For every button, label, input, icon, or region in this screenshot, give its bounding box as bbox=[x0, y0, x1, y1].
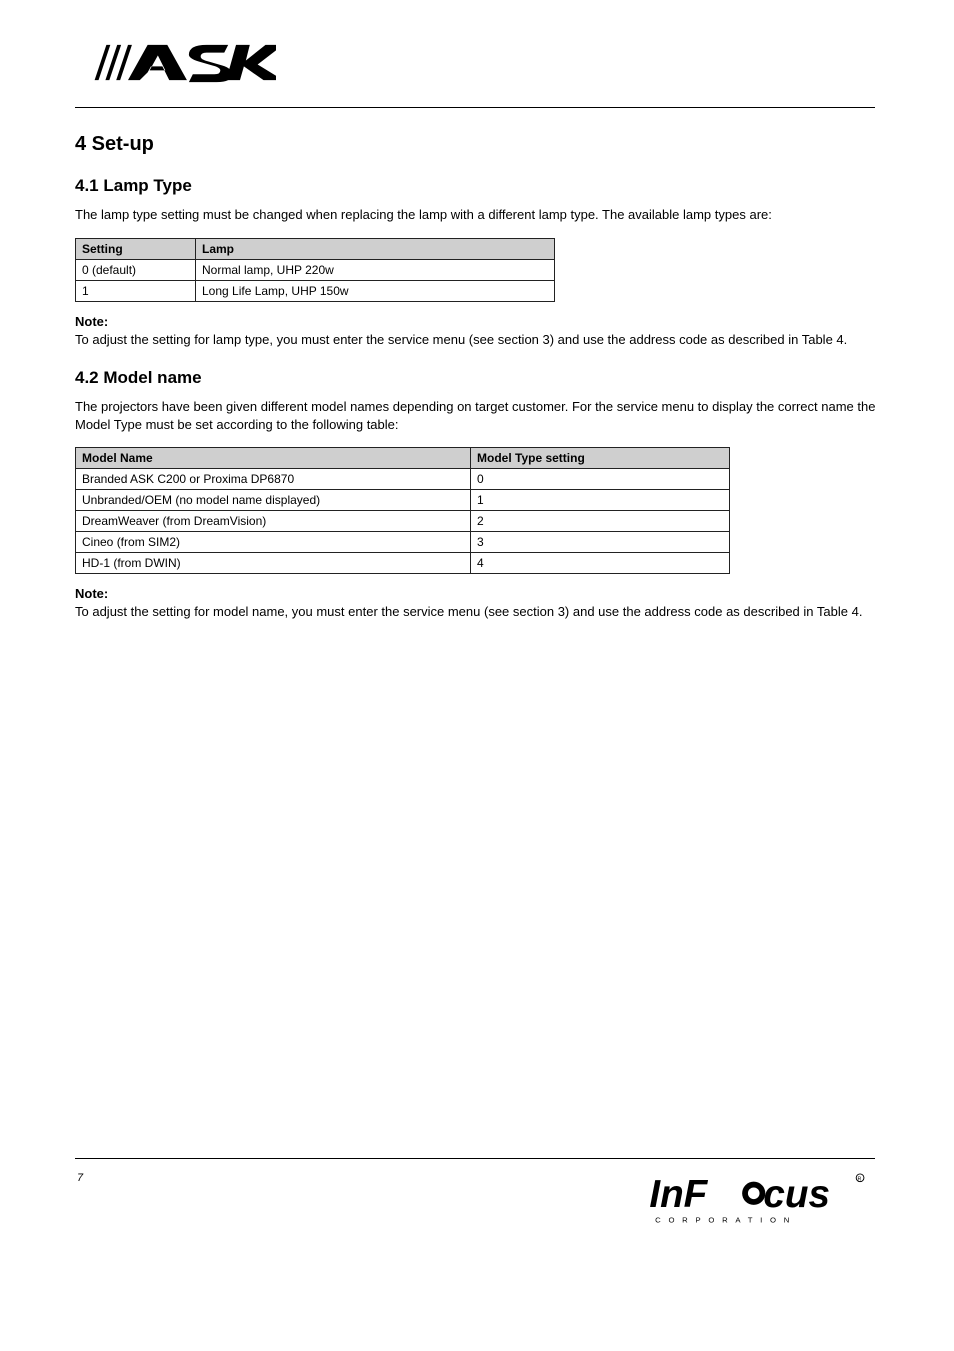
footer-rule bbox=[75, 1158, 875, 1159]
table-header-row: Model Name Model Type setting bbox=[76, 448, 730, 469]
svg-text:cus: cus bbox=[763, 1173, 830, 1216]
page-number: 7 bbox=[77, 1172, 83, 1184]
subsection-heading-lamp-type: 4.1 Lamp Type bbox=[75, 176, 880, 196]
table-header: Setting bbox=[76, 238, 196, 259]
table-header: Model Name bbox=[76, 448, 471, 469]
table-cell: 2 bbox=[471, 511, 730, 532]
table-row: Unbranded/OEM (no model name displayed) … bbox=[76, 490, 730, 511]
note-title: Note: bbox=[75, 586, 880, 601]
table-row: 1 Long Life Lamp, UHP 150w bbox=[76, 280, 555, 301]
table-cell: 1 bbox=[76, 280, 196, 301]
model-name-table: Model Name Model Type setting Branded AS… bbox=[75, 447, 730, 574]
table-row: 0 (default) Normal lamp, UHP 220w bbox=[76, 259, 555, 280]
note-title: Note: bbox=[75, 314, 880, 329]
table-row: HD-1 (from DWIN) 4 bbox=[76, 553, 730, 574]
table-cell: 3 bbox=[471, 532, 730, 553]
table-row: Branded ASK C200 or Proxima DP6870 0 bbox=[76, 469, 730, 490]
table-cell: Branded ASK C200 or Proxima DP6870 bbox=[76, 469, 471, 490]
section-heading: 4 Set-up bbox=[75, 133, 880, 156]
subsection-heading-model-name: 4.2 Model name bbox=[75, 368, 880, 388]
table-row: DreamWeaver (from DreamVision) 2 bbox=[76, 511, 730, 532]
table-cell: DreamWeaver (from DreamVision) bbox=[76, 511, 471, 532]
lamp-type-table: Setting Lamp 0 (default) Normal lamp, UH… bbox=[75, 238, 555, 302]
header-rule bbox=[75, 107, 875, 108]
table-cell: 1 bbox=[471, 490, 730, 511]
note-body: To adjust the setting for model name, yo… bbox=[75, 603, 880, 621]
table-row: Cineo (from SIM2) 3 bbox=[76, 532, 730, 553]
infocus-logo: InF cus R CORPORATION bbox=[648, 1172, 873, 1230]
table-cell: Cineo (from SIM2) bbox=[76, 532, 471, 553]
document-body: 4 Set-up 4.1 Lamp Type The lamp type set… bbox=[75, 115, 880, 639]
table-cell: Long Life Lamp, UHP 150w bbox=[196, 280, 555, 301]
table-cell: 4 bbox=[471, 553, 730, 574]
table-header: Model Type setting bbox=[471, 448, 730, 469]
svg-text:InF: InF bbox=[649, 1173, 708, 1216]
svg-text:R: R bbox=[858, 1177, 862, 1183]
table-cell: HD-1 (from DWIN) bbox=[76, 553, 471, 574]
paragraph-model-name: The projectors have been given different… bbox=[75, 398, 880, 433]
paragraph-lamp-type: The lamp type setting must be changed wh… bbox=[75, 206, 880, 224]
table-cell: Normal lamp, UHP 220w bbox=[196, 259, 555, 280]
table-cell: 0 bbox=[471, 469, 730, 490]
table-cell: Unbranded/OEM (no model name displayed) bbox=[76, 490, 471, 511]
ask-logo bbox=[90, 35, 276, 90]
table-cell: 0 (default) bbox=[76, 259, 196, 280]
note-body: To adjust the setting for lamp type, you… bbox=[75, 331, 880, 349]
table-header: Lamp bbox=[196, 238, 555, 259]
svg-text:CORPORATION: CORPORATION bbox=[655, 1215, 797, 1224]
table-header-row: Setting Lamp bbox=[76, 238, 555, 259]
